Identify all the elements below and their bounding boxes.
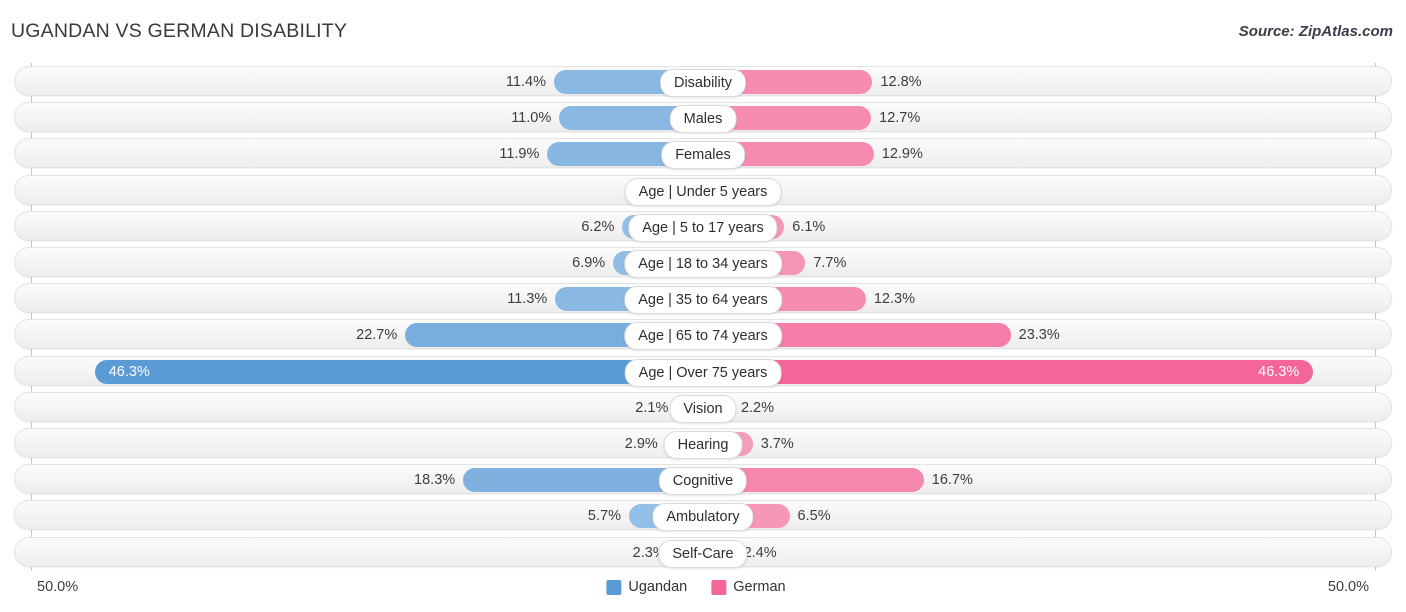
axis-label-left: 50.0% <box>37 579 79 595</box>
category-label: Age | 35 to 64 years <box>624 286 782 315</box>
value-label-ugandan: 5.7% <box>587 508 621 525</box>
source-attribution: Source: ZipAtlas.com <box>1238 23 1393 40</box>
table-row[interactable]: 11.3% 12.3% Age | 35 to 64 years <box>14 283 1392 315</box>
category-label: Hearing <box>663 431 743 459</box>
category-label: Age | Under 5 years <box>624 177 782 206</box>
value-label-ugandan: 6.9% <box>572 255 606 271</box>
value-label-ugandan: 2.3% <box>632 544 666 561</box>
chart-footer: 50.0% 50.0% Ugandan German <box>0 575 1406 605</box>
value-label-german: 46.3% <box>1258 363 1300 380</box>
category-label: Males <box>669 105 737 134</box>
table-row[interactable]: 18.3% 16.7% Cognitive <box>14 464 1392 496</box>
category-label: Disability <box>659 69 747 97</box>
table-row[interactable]: 2.9% 3.7% Hearing <box>14 428 1392 459</box>
table-row[interactable]: 11.0% 12.7% Males <box>14 102 1392 134</box>
chart-page: UGANDAN VS GERMAN DISABILITY Source: Zip… <box>0 0 1406 612</box>
table-row[interactable]: 11.9% 12.9% Females <box>14 138 1392 170</box>
value-label-german: 7.7% <box>813 255 847 271</box>
table-row[interactable]: 6.2% 6.1% Age | 5 to 17 years <box>14 210 1392 242</box>
chart-legend: Ugandan German <box>606 575 799 599</box>
value-label-german: 2.4% <box>743 544 777 561</box>
value-label-ugandan: 11.3% <box>507 291 548 308</box>
table-row[interactable]: 11.4% 12.8% Disability <box>14 66 1392 97</box>
value-label-german: 2.2% <box>740 399 774 416</box>
table-row[interactable]: 1.1%1.7%Age | Under 5 years <box>14 174 1392 206</box>
value-label-ugandan: 11.4% <box>505 74 546 90</box>
category-label: Age | 65 to 74 years <box>624 322 782 351</box>
legend-item[interactable]: German <box>711 579 786 595</box>
value-label-ugandan: 46.3% <box>108 363 150 380</box>
value-label-ugandan: 22.7% <box>356 327 398 344</box>
category-label: Vision <box>669 394 737 423</box>
table-row[interactable]: 6.9% 7.7% Age | 18 to 34 years <box>14 247 1392 278</box>
value-label-german: 6.5% <box>797 508 831 525</box>
category-label: Age | 18 to 34 years <box>624 250 782 278</box>
value-label-german: 12.9% <box>881 146 923 163</box>
value-label-german: 12.3% <box>873 291 915 308</box>
value-label-german: 12.8% <box>880 74 922 90</box>
legend-item[interactable]: Ugandan <box>606 579 687 595</box>
legend-label: German <box>733 579 786 595</box>
table-row[interactable]: 5.7% 6.5% Ambulatory <box>14 500 1392 532</box>
table-row[interactable]: 2.1% 2.2% Vision <box>14 391 1392 423</box>
category-label: Cognitive <box>658 467 748 496</box>
bar-ugandan <box>94 359 704 384</box>
category-label: Age | 5 to 17 years <box>628 213 778 242</box>
value-label-ugandan: 11.9% <box>499 146 540 163</box>
value-label-german: 3.7% <box>760 436 794 452</box>
value-label-german: 23.3% <box>1018 327 1060 344</box>
value-label-ugandan: 6.2% <box>581 218 615 235</box>
value-label-ugandan: 11.0% <box>511 110 552 127</box>
legend-swatch-icon <box>711 579 727 595</box>
category-label: Females <box>661 141 745 170</box>
category-label: Age | Over 75 years <box>624 358 782 387</box>
value-label-ugandan: 2.1% <box>635 399 669 416</box>
legend-swatch-icon <box>606 579 622 595</box>
value-label-german: 12.7% <box>879 110 921 127</box>
value-label-german: 16.7% <box>931 472 973 489</box>
category-label: Ambulatory <box>652 503 754 532</box>
table-row[interactable]: 46.3% 46.3% Age | Over 75 years <box>14 355 1392 387</box>
table-row[interactable]: 2.3% 2.4% Self-Care <box>14 536 1392 568</box>
page-title: UGANDAN VS GERMAN DISABILITY <box>11 20 348 42</box>
value-label-ugandan: 18.3% <box>414 472 456 489</box>
axis-label-right: 50.0% <box>1327 579 1369 595</box>
legend-label: Ugandan <box>628 579 688 595</box>
diverging-bar-chart: 11.4% 12.8% Disability 11.0% 12.7% Males 11.9%… <box>0 63 1406 571</box>
category-label: Self-Care <box>658 539 748 568</box>
value-label-ugandan: 2.9% <box>624 436 658 452</box>
table-row[interactable]: 22.7% 23.3% Age | 65 to 74 years <box>14 319 1392 351</box>
value-label-german: 6.1% <box>792 218 826 235</box>
